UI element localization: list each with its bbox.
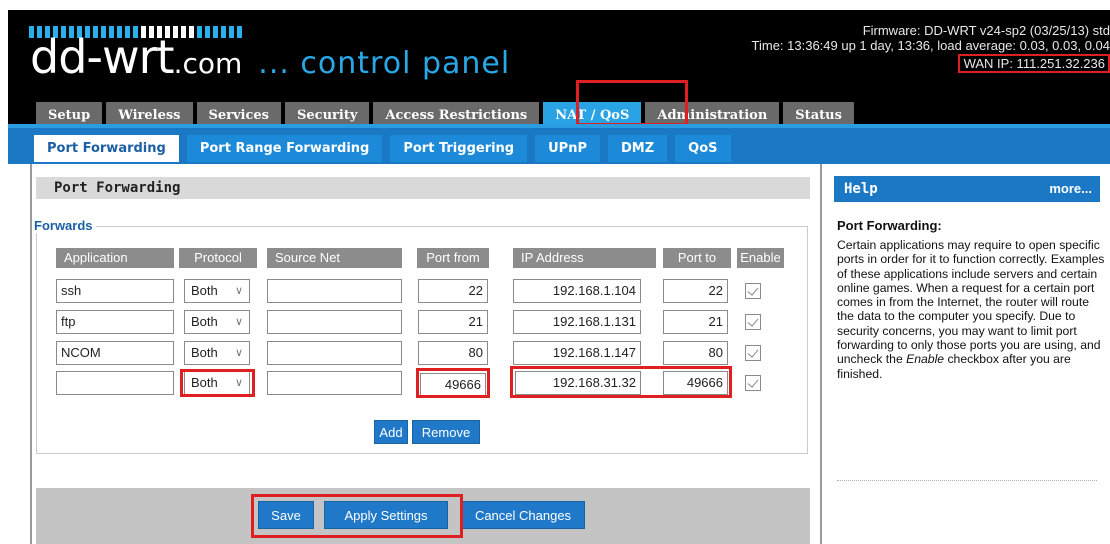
port-to-field[interactable]: 21 — [663, 310, 728, 334]
forwards-legend: Forwards — [34, 218, 96, 233]
port-to-field[interactable]: 22 — [663, 279, 728, 303]
content: Port Forwarding Forwards Application Pro… — [8, 164, 1110, 544]
chevron-down-icon: ∨ — [234, 316, 243, 328]
highlight-ip-port-to — [510, 366, 732, 398]
logo: dd-wrt.com ... control panel — [30, 30, 510, 84]
subtab-dmz[interactable]: DMZ — [608, 135, 668, 162]
logo-main: dd-wrt — [30, 30, 175, 84]
section-title: Port Forwarding — [36, 177, 810, 199]
enable-checkbox[interactable] — [745, 375, 761, 391]
enable-checkbox[interactable] — [745, 314, 761, 330]
port-from-field[interactable]: 21 — [418, 310, 488, 334]
status-info: Firmware: DD-WRT v24-sp2 (03/25/13) std … — [752, 23, 1110, 73]
ip-address-field[interactable]: 192.168.1.147 — [513, 341, 641, 365]
application-field[interactable]: NCOM — [56, 341, 174, 365]
subtab-port-forwarding[interactable]: Port Forwarding — [34, 135, 179, 162]
sub-tab-bar: Port Forwarding Port Range Forwarding Po… — [8, 124, 1110, 164]
logo-suffix: .com — [173, 47, 243, 80]
divider — [820, 164, 822, 544]
subtab-upnp[interactable]: UPnP — [535, 135, 600, 162]
col-enable: Enable — [737, 248, 784, 268]
page: dd-wrt.com ... control panel Firmware: DD… — [0, 0, 1110, 544]
ip-address-field[interactable]: 192.168.1.104 — [513, 279, 641, 303]
firmware-text: Firmware: DD-WRT v24-sp2 (03/25/13) std — [862, 23, 1110, 38]
col-source-net: Source Net — [267, 248, 402, 268]
add-button[interactable]: Add — [374, 420, 408, 444]
highlight-port-from — [416, 368, 490, 398]
source-net-field[interactable] — [267, 310, 402, 334]
highlight-protocol — [180, 369, 255, 397]
port-from-field[interactable]: 22 — [418, 279, 488, 303]
col-protocol: Protocol — [179, 248, 257, 268]
port-to-field[interactable]: 80 — [663, 341, 728, 365]
col-application: Application — [56, 248, 174, 268]
logo-tagline: ... control panel — [258, 46, 511, 81]
col-port-from: Port from — [417, 248, 489, 268]
help-body: Certain applications may require to open… — [837, 238, 1105, 381]
help-more-link[interactable]: more... — [1049, 176, 1092, 202]
highlight-nat-tab — [576, 80, 688, 126]
application-field[interactable]: ftp — [56, 310, 174, 334]
enable-checkbox[interactable] — [745, 345, 761, 361]
ip-address-field[interactable]: 192.168.1.131 — [513, 310, 641, 334]
protocol-select[interactable]: Both ∨ — [184, 279, 250, 303]
application-field[interactable]: ssh — [56, 279, 174, 303]
port-from-field[interactable]: 80 — [418, 341, 488, 365]
remove-button[interactable]: Remove — [412, 420, 480, 444]
application-field[interactable] — [56, 371, 174, 395]
uptime-text: Time: 13:36:49 up 1 day, 13:36, load ave… — [751, 38, 1110, 53]
chevron-down-icon: ∨ — [234, 347, 243, 359]
col-port-to: Port to — [663, 248, 731, 268]
source-net-field[interactable] — [267, 371, 402, 395]
col-ip-address: IP Address — [513, 248, 656, 268]
help-heading: Port Forwarding: — [837, 218, 942, 233]
divider — [30, 164, 32, 544]
source-net-field[interactable] — [267, 341, 402, 365]
subtab-qos[interactable]: QoS — [675, 135, 731, 162]
help-title: Help more... — [834, 176, 1100, 202]
cancel-changes-button[interactable]: Cancel Changes — [461, 501, 585, 529]
subtab-port-triggering[interactable]: Port Triggering — [390, 135, 528, 162]
subtab-port-range-forwarding[interactable]: Port Range Forwarding — [186, 135, 383, 162]
chevron-down-icon: ∨ — [234, 285, 243, 297]
wan-ip-text: WAN IP: 111.251.32.236 — [957, 54, 1110, 73]
highlight-save-apply — [251, 494, 463, 538]
protocol-select[interactable]: Both ∨ — [184, 310, 250, 334]
enable-checkbox[interactable] — [745, 283, 761, 299]
divider — [837, 480, 1097, 481]
source-net-field[interactable] — [267, 279, 402, 303]
protocol-select[interactable]: Both ∨ — [184, 341, 250, 365]
